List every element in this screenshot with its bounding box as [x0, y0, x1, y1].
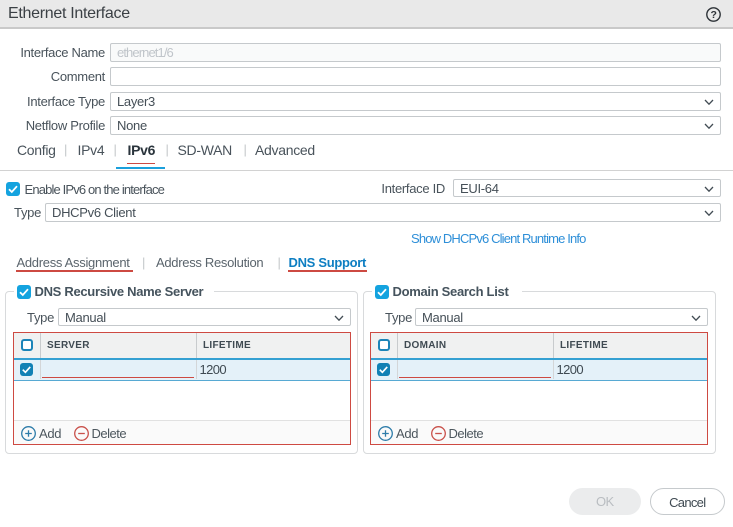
svg-text:?: ? [710, 9, 716, 21]
